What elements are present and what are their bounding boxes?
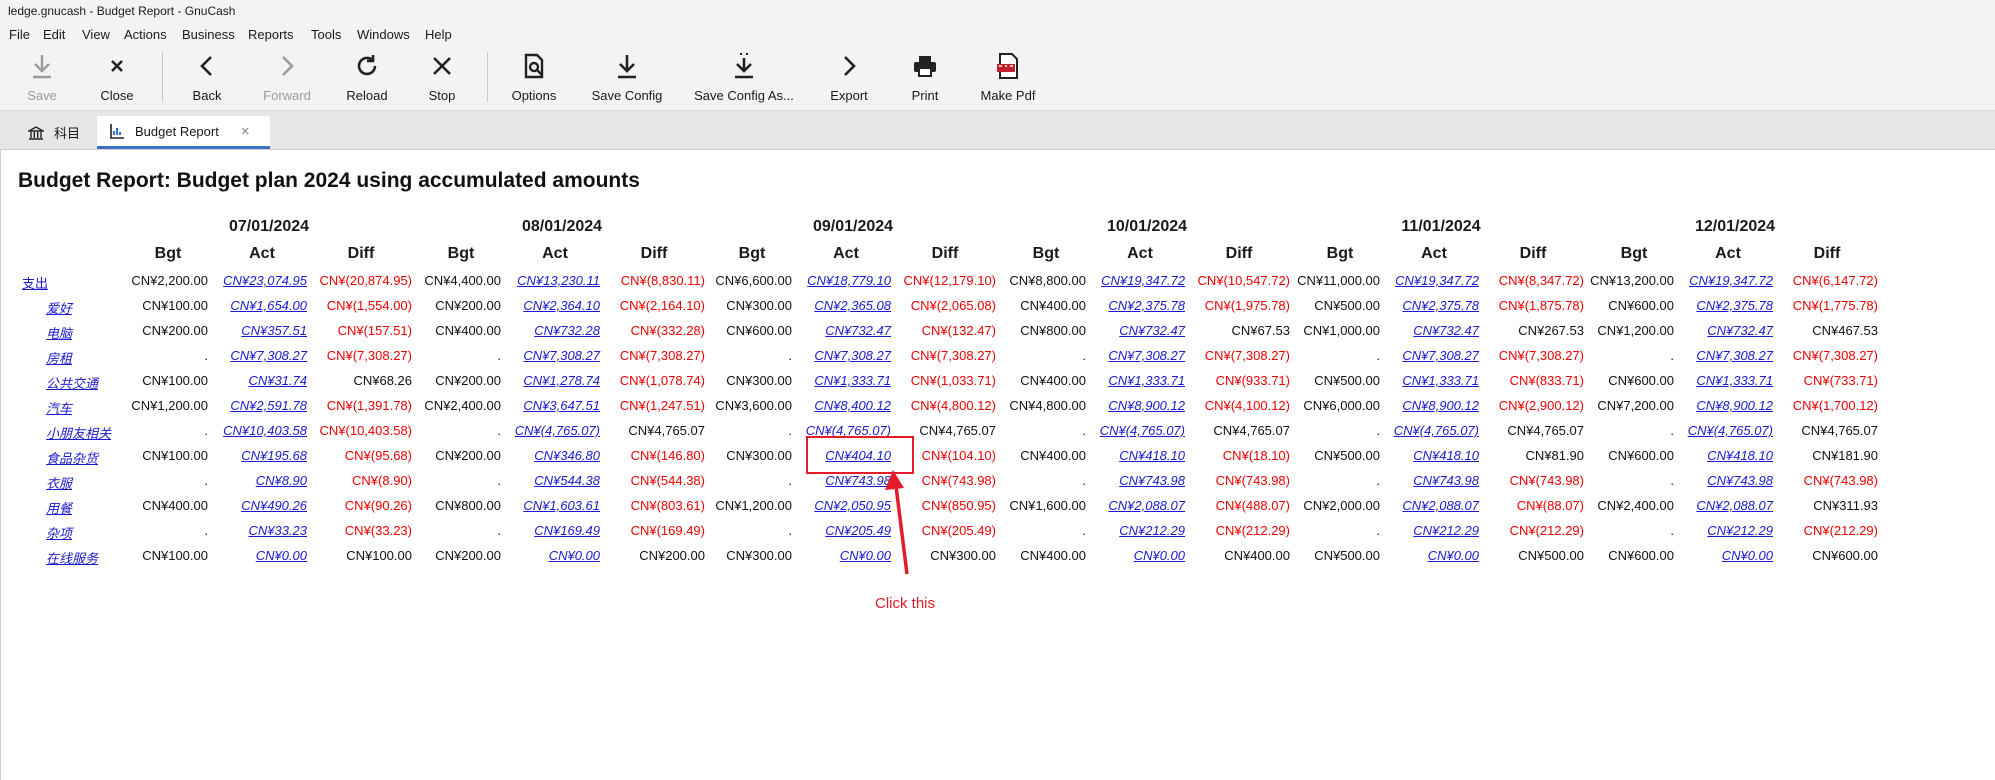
- menu-reports[interactable]: Reports: [248, 27, 294, 42]
- tab-budget-report-label: Budget Report: [135, 123, 219, 139]
- menu-help[interactable]: Help: [425, 27, 452, 42]
- close-button[interactable]: Close: [97, 50, 137, 108]
- difference-amount: CN¥(743.98): [1803, 473, 1878, 488]
- toolbar-separator: [162, 52, 163, 102]
- print-button[interactable]: Print: [905, 50, 945, 108]
- difference-amount: CN¥467.53: [1812, 323, 1878, 338]
- menu-actions[interactable]: Actions: [124, 27, 167, 42]
- column-header-act: Act: [833, 245, 859, 262]
- difference-amount: CN¥311.93: [1813, 498, 1878, 513]
- annotation-arrow: [885, 470, 909, 575]
- column-header-diff: Diff: [640, 245, 668, 262]
- report-chart-icon: [109, 123, 125, 139]
- difference-amount: CN¥(1,775.78): [1792, 298, 1878, 313]
- column-header-bgt: Bgt: [1620, 245, 1648, 262]
- forward-button[interactable]: Forward: [260, 50, 314, 108]
- download-as-icon: [730, 52, 758, 80]
- column-header-act: Act: [1421, 245, 1447, 262]
- stop-icon: [428, 52, 456, 80]
- save-icon: [28, 52, 56, 80]
- click-this-label: Click this: [875, 595, 936, 612]
- menu-bar: File Edit View Actions Business Reports …: [0, 23, 1995, 46]
- column-header-diff: Diff: [931, 245, 959, 262]
- account-link[interactable]: 支出: [22, 273, 48, 292]
- report-title: Budget Report: Budget plan 2024 using ac…: [18, 169, 640, 192]
- options-icon: [520, 52, 548, 80]
- period-header: 08/01/2024: [521, 218, 603, 235]
- toolbar-separator: [487, 52, 488, 102]
- column-header-diff: Diff: [1813, 245, 1841, 262]
- report-view: Budget Report: Budget plan 2024 using ac…: [0, 150, 1995, 780]
- difference-amount: CN¥(6,147.72): [1792, 273, 1878, 288]
- tab-strip: 科目 Budget Report ×: [0, 111, 1995, 150]
- column-header-act: Act: [542, 245, 568, 262]
- chevron-right-icon: [273, 52, 301, 80]
- toolbar: Save Close Back Forward Reload Stop Opti…: [0, 46, 1995, 111]
- options-button[interactable]: Options: [509, 50, 559, 108]
- tab-budget-report[interactable]: Budget Report ×: [97, 116, 270, 149]
- column-header-bgt: Bgt: [154, 245, 182, 262]
- column-header-bgt: Bgt: [1326, 245, 1354, 262]
- reload-icon: [353, 52, 381, 80]
- period-header: 10/01/2024: [1106, 218, 1188, 235]
- bank-icon: [28, 125, 44, 141]
- menu-edit[interactable]: Edit: [43, 27, 65, 42]
- save-config-button[interactable]: Save Config: [590, 50, 664, 108]
- column-header-bgt: Bgt: [1032, 245, 1060, 262]
- menu-file[interactable]: File: [9, 27, 30, 42]
- close-icon: [103, 52, 131, 80]
- difference-amount: CN¥600.00: [1812, 548, 1878, 563]
- save-config-as-button[interactable]: Save Config As...: [694, 50, 794, 108]
- period-header: 07/01/2024: [228, 218, 310, 235]
- title-bar: ledge.gnucash - Budget Report - GnuCash: [0, 0, 1995, 23]
- pdf-icon: [994, 52, 1022, 80]
- chevron-right-icon: [835, 52, 863, 80]
- column-header-act: Act: [1715, 245, 1741, 262]
- column-header-diff: Diff: [1225, 245, 1253, 262]
- back-button[interactable]: Back: [187, 50, 227, 108]
- column-header-diff: Diff: [347, 245, 375, 262]
- difference-amount: CN¥(7,308.27): [1792, 348, 1878, 363]
- period-header: 09/01/2024: [812, 218, 894, 235]
- column-header-bgt: Bgt: [738, 245, 766, 262]
- tab-accounts[interactable]: 科目: [16, 116, 92, 149]
- column-header-act: Act: [1127, 245, 1153, 262]
- tab-accounts-label: 科目: [54, 126, 81, 141]
- close-tab-icon[interactable]: ×: [241, 123, 250, 140]
- chevron-left-icon: [193, 52, 221, 80]
- make-pdf-button[interactable]: Make Pdf: [980, 50, 1036, 108]
- period-header: 11/01/2024: [1401, 218, 1481, 235]
- difference-amount: CN¥4,765.07: [1801, 423, 1878, 438]
- difference-amount: CN¥(733.71): [1803, 373, 1878, 388]
- difference-amount: CN¥(1,700.12): [1792, 398, 1878, 413]
- menu-windows[interactable]: Windows: [357, 27, 410, 42]
- download-icon: [613, 52, 641, 80]
- difference-amount: CN¥181.90: [1812, 448, 1878, 463]
- save-button[interactable]: Save: [22, 50, 62, 108]
- printer-icon: [911, 52, 939, 80]
- menu-business[interactable]: Business: [182, 27, 235, 42]
- difference-amount: CN¥(212.29): [1803, 523, 1878, 538]
- column-header-act: Act: [249, 245, 275, 262]
- stop-button[interactable]: Stop: [422, 50, 462, 108]
- column-header-diff: Diff: [1519, 245, 1547, 262]
- period-header: 12/01/2024: [1694, 218, 1776, 235]
- menu-tools[interactable]: Tools: [311, 27, 341, 42]
- column-header-bgt: Bgt: [447, 245, 475, 262]
- menu-view[interactable]: View: [82, 27, 110, 42]
- reload-button[interactable]: Reload: [344, 50, 390, 108]
- export-button[interactable]: Export: [826, 50, 872, 108]
- window-title: ledge.gnucash - Budget Report - GnuCash: [8, 4, 236, 18]
